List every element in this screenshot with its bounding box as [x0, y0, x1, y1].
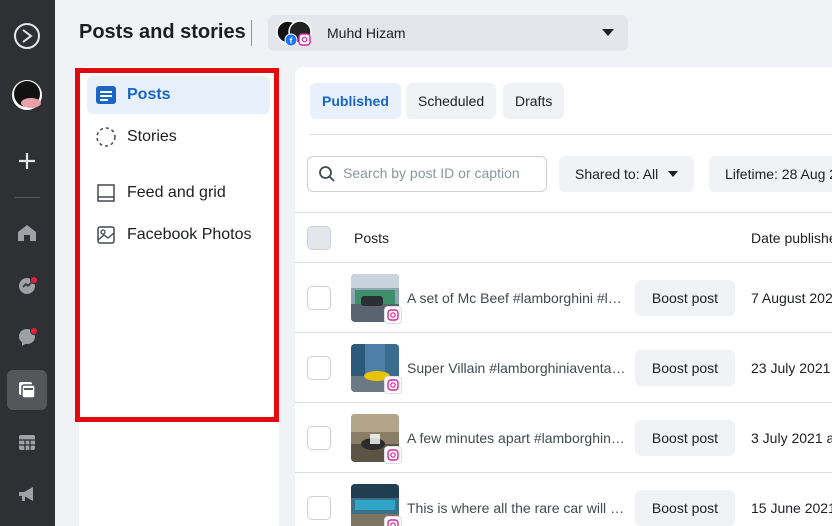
- post-caption[interactable]: A set of Mc Beef #lamborghini #lamborghi…: [407, 290, 627, 306]
- inbox-icon[interactable]: [7, 317, 47, 357]
- post-date: 7 August 2021: [751, 290, 832, 306]
- boost-post-button[interactable]: Boost post: [635, 280, 735, 316]
- posts-panel: Published Scheduled Drafts Shared to: Al…: [295, 67, 832, 526]
- sidenav-item-label: Posts: [127, 86, 171, 103]
- left-rail: [0, 0, 55, 526]
- column-header-posts[interactable]: Posts: [354, 230, 389, 246]
- table-row[interactable]: This is where all the rare car will appe…: [295, 472, 832, 526]
- home-icon[interactable]: [7, 213, 47, 253]
- select-all-checkbox[interactable]: [307, 226, 331, 250]
- sidenav-item-facebook-photos[interactable]: Facebook Photos: [87, 216, 270, 254]
- post-date: 23 July 2021: [751, 360, 831, 376]
- content-icon[interactable]: [7, 370, 47, 410]
- page-title: Posts and stories: [79, 21, 246, 43]
- sidenav-item-label: Stories: [127, 128, 177, 145]
- row-checkbox[interactable]: [307, 356, 331, 380]
- post-date: 3 July 2021 a: [751, 430, 832, 446]
- row-checkbox[interactable]: [307, 426, 331, 450]
- content-sidenav: Posts Stories Feed and grid Facebook Pho…: [79, 67, 279, 526]
- account-name: Muhd Hizam: [327, 25, 406, 41]
- sidenav-item-label: Facebook Photos: [127, 226, 252, 243]
- sidenav-item-label: Feed and grid: [127, 184, 226, 201]
- tab-published[interactable]: Published: [310, 83, 401, 119]
- stories-icon: [95, 126, 117, 148]
- instagram-icon: [384, 446, 402, 464]
- chevron-down-icon: [602, 29, 614, 36]
- search-input[interactable]: [343, 165, 538, 181]
- notification-badge: [30, 276, 38, 284]
- account-switcher[interactable]: f Muhd Hizam: [268, 15, 628, 51]
- row-checkbox[interactable]: [307, 496, 331, 520]
- meta-logo-icon[interactable]: [7, 16, 47, 56]
- table-row[interactable]: Super Villain #lamborghiniaventador #lam…: [295, 332, 832, 402]
- post-caption[interactable]: This is where all the rare car will appe…: [407, 500, 627, 516]
- profile-avatar[interactable]: [7, 75, 47, 115]
- search-box[interactable]: [307, 156, 547, 192]
- notifications-icon[interactable]: [7, 265, 47, 305]
- table-row[interactable]: A few minutes apart #lamborghini #lambor…: [295, 402, 832, 472]
- lifetime-filter[interactable]: Lifetime: 28 Aug 2: [709, 156, 832, 192]
- table-header-divider: [295, 212, 832, 213]
- search-icon: [318, 165, 336, 188]
- post-date: 15 June 2021: [751, 500, 832, 516]
- sidenav-item-stories[interactable]: Stories: [87, 118, 270, 156]
- instagram-icon: [384, 516, 402, 526]
- rail-divider: [15, 197, 40, 198]
- posts-icon: [95, 84, 117, 106]
- row-checkbox[interactable]: [307, 286, 331, 310]
- tab-drafts[interactable]: Drafts: [503, 83, 565, 119]
- svg-text:f: f: [290, 37, 293, 46]
- lifetime-label: Lifetime: 28 Aug 2: [725, 166, 832, 182]
- sidenav-item-posts[interactable]: Posts: [87, 76, 270, 114]
- post-caption[interactable]: A few minutes apart #lamborghini #lambor…: [407, 430, 627, 446]
- shared-to-label: Shared to: All: [575, 166, 659, 182]
- header-divider: [251, 20, 252, 46]
- instagram-icon: [384, 376, 402, 394]
- feed-grid-icon: [95, 182, 117, 204]
- ads-icon[interactable]: [7, 474, 47, 514]
- instagram-icon: [384, 306, 402, 324]
- create-icon[interactable]: [7, 141, 47, 181]
- tabs-divider: [310, 134, 832, 135]
- planner-icon[interactable]: [7, 422, 47, 462]
- shared-to-filter[interactable]: Shared to: All: [559, 156, 695, 192]
- boost-post-button[interactable]: Boost post: [635, 350, 735, 386]
- photos-icon: [95, 224, 117, 246]
- tab-scheduled[interactable]: Scheduled: [406, 83, 497, 119]
- boost-post-button[interactable]: Boost post: [635, 490, 735, 526]
- post-caption[interactable]: Super Villain #lamborghiniaventador #lam…: [407, 360, 627, 376]
- column-header-date[interactable]: Date published: [751, 230, 832, 246]
- boost-post-button[interactable]: Boost post: [635, 420, 735, 456]
- chevron-down-icon: [668, 171, 679, 177]
- account-avatars: f: [276, 20, 316, 47]
- table-row[interactable]: A set of Mc Beef #lamborghini #lamborghi…: [295, 262, 832, 332]
- sidenav-item-feed-and-grid[interactable]: Feed and grid: [87, 174, 270, 212]
- inbox-badge: [30, 327, 38, 335]
